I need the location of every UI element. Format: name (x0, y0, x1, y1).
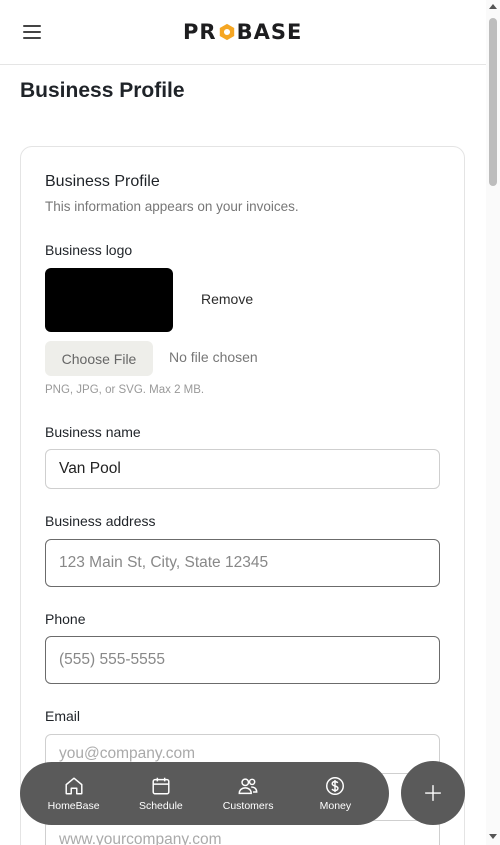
card-title: Business Profile (45, 173, 160, 190)
nav-item-schedule[interactable]: Schedule (117, 775, 204, 812)
email-label: Email (45, 708, 81, 724)
scroll-thumb[interactable] (489, 18, 497, 186)
nav-item-money[interactable]: Money (292, 775, 379, 812)
menu-icon[interactable] (22, 24, 42, 40)
remove-logo-button[interactable]: Remove (201, 291, 253, 307)
dollar-icon (326, 777, 345, 795)
business-name-input[interactable] (45, 449, 440, 489)
logo-text-right: BASE (236, 20, 303, 44)
scrollbar[interactable] (486, 0, 500, 845)
users-icon (238, 778, 258, 795)
phone-label: Phone (45, 611, 86, 627)
logo-text-left: PR (183, 20, 217, 44)
home-icon (65, 777, 83, 795)
business-address-label: Business address (45, 513, 156, 529)
add-fab-button[interactable] (401, 761, 465, 825)
bottom-nav: HomeBase Schedule Customers Money (20, 762, 389, 825)
scroll-up-icon[interactable] (489, 4, 497, 9)
nav-item-homebase[interactable]: HomeBase (30, 775, 117, 812)
page-title: Business Profile (20, 79, 185, 102)
business-logo-label: Business logo (45, 242, 133, 258)
logo-preview (45, 268, 173, 332)
nav-label-schedule: Schedule (138, 800, 183, 812)
choose-file-button[interactable]: Choose File (45, 341, 153, 376)
top-header: PR BASE (0, 0, 486, 65)
nav-label-customers: Customers (222, 800, 274, 812)
business-name-label: Business name (45, 424, 141, 440)
nav-label-homebase: HomeBase (47, 800, 100, 812)
nav-label-money: Money (319, 800, 352, 812)
business-address-input[interactable] (45, 539, 440, 587)
plus-icon (424, 784, 442, 802)
phone-input[interactable] (45, 636, 440, 684)
logo-hexagon-icon (219, 23, 234, 41)
probase-logo[interactable]: PR BASE (183, 20, 302, 44)
no-file-text: No file chosen (169, 349, 258, 365)
logo-hint: PNG, JPG, or SVG. Max 2 MB. (45, 384, 205, 396)
card-subtitle: This information appears on your invoice… (45, 199, 299, 214)
nav-item-customers[interactable]: Customers (205, 775, 292, 812)
calendar-icon (152, 777, 170, 795)
scroll-down-icon[interactable] (489, 834, 497, 839)
